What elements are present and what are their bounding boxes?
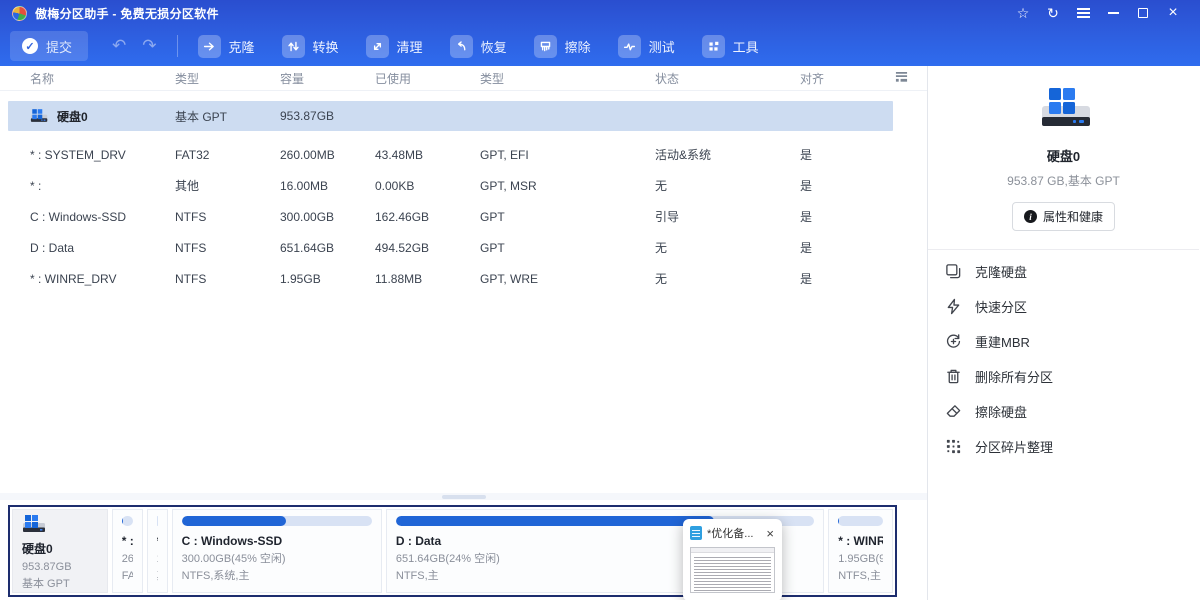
diskmap-partition[interactable]: * : ... 260... FA... xyxy=(112,509,143,593)
maximize-button[interactable] xyxy=(1128,2,1158,24)
notepad-icon xyxy=(690,526,702,540)
preview-text-lines xyxy=(694,555,771,593)
lightning-icon xyxy=(945,298,962,315)
properties-health-button[interactable]: i 属性和健康 xyxy=(1012,202,1115,231)
eraser-icon xyxy=(945,403,962,420)
diskmap-partition[interactable]: * : WINRE_... 1.95GB(99%... NTFS,主 xyxy=(828,509,893,593)
titlebar: 傲梅分区助手 - 免费无损分区软件 ☆ ↻ × xyxy=(0,0,1200,26)
sidebar-disk-meta: 953.87 GB,基本 GPT xyxy=(1007,172,1120,189)
sidebar-item-delete-all-partitions[interactable]: 删除所有分区 xyxy=(928,359,1199,394)
table-row-disk0[interactable]: 硬盘0 基本 GPT 953.87GB xyxy=(8,101,893,131)
col-capacity[interactable]: 容量 xyxy=(280,70,375,87)
redo-icon[interactable]: ↷ xyxy=(142,36,156,56)
recover-icon xyxy=(450,35,473,58)
col-used[interactable]: 已使用 xyxy=(375,70,480,87)
diskmap-partition[interactable]: C : Windows-SSD 300.00GB(45% 空闲) NTFS,系统… xyxy=(172,509,382,593)
preview-menubar xyxy=(691,548,774,553)
minimize-button[interactable] xyxy=(1098,2,1128,24)
submit-label: 提交 xyxy=(46,37,72,56)
table-row[interactable]: D : Data NTFS 651.64GB 494.52GB GPT 无 是 xyxy=(0,232,927,263)
submit-button[interactable]: ✓ 提交 xyxy=(10,31,88,61)
usage-bar xyxy=(838,516,883,526)
test-icon xyxy=(618,35,641,58)
table-row[interactable]: * : WINRE_DRV NTFS 1.95GB 11.88MB GPT, W… xyxy=(0,263,927,294)
diskmap-disk-block[interactable]: 硬盘0 953.87GB 基本 GPT xyxy=(12,509,108,593)
usage-bar xyxy=(182,516,372,526)
popup-title: *优化备... xyxy=(707,525,760,541)
disk-icon xyxy=(22,514,48,535)
table-header: 名称 类型 容量 已使用 类型 状态 对齐 xyxy=(0,66,927,91)
convert-icon xyxy=(282,35,305,58)
table-body: 硬盘0 基本 GPT 953.87GB * : SYSTEM_DRV FAT32… xyxy=(0,91,927,294)
popup-header: *优化备... × xyxy=(690,525,775,541)
favorite-star-icon[interactable]: ☆ xyxy=(1008,2,1038,24)
menu-icon[interactable] xyxy=(1068,2,1098,24)
toolbar-erase-button[interactable]: 擦除 xyxy=(534,35,591,58)
toolbar: ✓ 提交 ↶ ↷ 克隆 转换 xyxy=(0,26,1200,66)
splitter-handle-icon xyxy=(442,495,486,499)
tools-icon xyxy=(702,35,725,58)
history-controls: ↶ ↷ xyxy=(112,36,157,56)
sidebar-disk-name: 硬盘0 xyxy=(1047,146,1080,165)
disk-name: 硬盘0 xyxy=(57,108,88,125)
col-aligned[interactable]: 对齐 xyxy=(800,70,880,87)
sidebar-actions: 克隆硬盘 快速分区 重建MBR 删除所有分区 擦除硬盘 xyxy=(928,250,1199,464)
sidebar-item-defragment[interactable]: 分区碎片整理 xyxy=(928,429,1199,464)
col-status[interactable]: 状态 xyxy=(655,70,800,87)
panel-splitter[interactable] xyxy=(0,493,927,500)
toolbar-test-button[interactable]: 测试 xyxy=(618,35,675,58)
sidebar-item-wipe-disk[interactable]: 擦除硬盘 xyxy=(928,394,1199,429)
undo-icon[interactable]: ↶ xyxy=(112,36,126,56)
clean-icon xyxy=(366,35,389,58)
usage-bar xyxy=(122,516,133,526)
detail-view-icon[interactable] xyxy=(894,71,909,87)
window-controls: ☆ ↻ × xyxy=(1008,2,1188,24)
toolbar-tools-button[interactable]: 工具 xyxy=(702,35,759,58)
toolbar-separator xyxy=(177,35,178,57)
table-row[interactable]: * : 其他 16.00MB 0.00KB GPT, MSR 无 是 xyxy=(0,170,927,201)
header: 傲梅分区助手 - 免费无损分区软件 ☆ ↻ × ✓ 提交 ↶ ↷ xyxy=(0,0,1200,66)
app-logo-icon xyxy=(12,6,27,21)
toolbar-clone-button[interactable]: 克隆 xyxy=(198,35,255,58)
col-partition-type[interactable]: 类型 xyxy=(480,70,655,87)
info-icon: i xyxy=(1024,210,1037,223)
toolbar-convert-button[interactable]: 转换 xyxy=(282,35,339,58)
table-row[interactable]: C : Windows-SSD NTFS 300.00GB 162.46GB G… xyxy=(0,201,927,232)
update-sync-icon[interactable]: ↻ xyxy=(1038,2,1068,24)
sidebar-item-rebuild-mbr[interactable]: 重建MBR xyxy=(928,324,1199,359)
trash-icon xyxy=(945,368,962,385)
app-title: 傲梅分区助手 - 免费无损分区软件 xyxy=(35,5,219,22)
sidebar-item-quick-partition[interactable]: 快速分区 xyxy=(928,289,1199,324)
close-button[interactable]: × xyxy=(1158,2,1188,24)
usage-bar xyxy=(157,516,158,526)
toolbar-recover-button[interactable]: 恢复 xyxy=(450,35,507,58)
sidebar-item-clone-disk[interactable]: 克隆硬盘 xyxy=(928,254,1199,289)
disk-table-panel: 名称 类型 容量 已使用 类型 状态 对齐 硬盘0 基本 GPT xyxy=(0,66,928,600)
taskbar-preview-popup[interactable]: *优化备... × xyxy=(683,519,782,600)
main-area: 名称 类型 容量 已使用 类型 状态 对齐 硬盘0 基本 GPT xyxy=(0,66,1200,600)
check-icon: ✓ xyxy=(22,38,38,54)
disk-icon xyxy=(30,108,50,124)
rebuild-mbr-icon xyxy=(945,333,962,350)
popup-close-icon[interactable]: × xyxy=(765,527,775,540)
clone-disk-icon xyxy=(945,263,962,280)
clone-icon xyxy=(198,35,221,58)
col-name[interactable]: 名称 xyxy=(30,70,175,87)
toolbar-clean-button[interactable]: 清理 xyxy=(366,35,423,58)
table-row[interactable]: * : SYSTEM_DRV FAT32 260.00MB 43.48MB GP… xyxy=(0,139,927,170)
sidebar: 硬盘0 953.87 GB,基本 GPT i 属性和健康 克隆硬盘 快速分区 重… xyxy=(928,66,1199,600)
defragment-icon xyxy=(945,438,962,455)
diskmap-partition[interactable]: * : 16.... 其... xyxy=(147,509,168,593)
popup-document-preview[interactable] xyxy=(690,547,775,593)
disk-icon-large xyxy=(1033,86,1095,134)
app-window: 傲梅分区助手 - 免费无损分区软件 ☆ ↻ × ✓ 提交 ↶ ↷ xyxy=(0,0,1200,600)
col-fs-type[interactable]: 类型 xyxy=(175,70,280,87)
erase-icon xyxy=(534,35,557,58)
